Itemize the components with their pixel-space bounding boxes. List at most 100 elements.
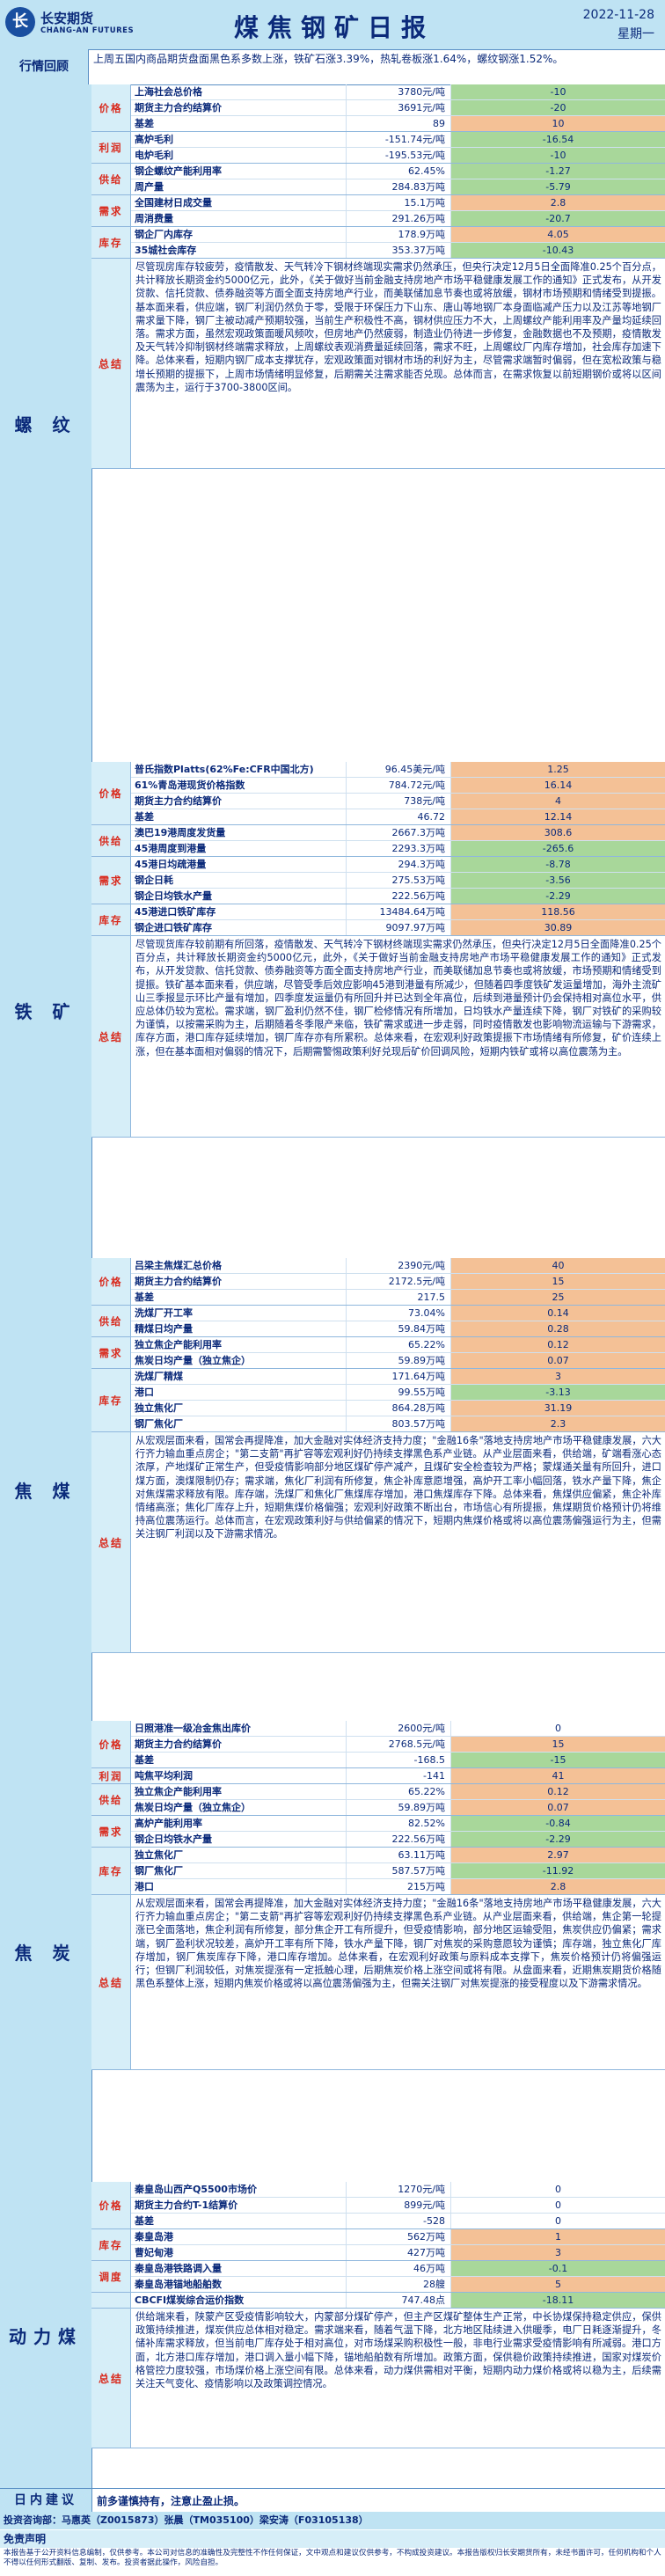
indicator-change: 0.07 (450, 1353, 665, 1368)
indicator-row: 期货主力合约结算价 2172.5元/吨 15 (131, 1274, 665, 1290)
logo-en-text: CHANG-AN FUTURES (40, 26, 135, 35)
indicator-row: 秦皇岛港铁路调入量 46万吨 -0.1 (131, 2261, 665, 2277)
indicator-value: -528 (346, 2214, 450, 2228)
indicator-change: 0 (450, 1721, 665, 1736)
indicator-change: 3 (450, 1369, 665, 1384)
section-2: 焦 煤价格 吕梁主焦煤汇总价格 2390元/吨 40 期货主力合约结算价 2172.5元/… (0, 1258, 665, 1721)
summary-label: 总结 (91, 1432, 131, 1652)
indicator-row: 秦皇岛港锚地船舶数 28艘 5 (131, 2277, 665, 2292)
indicator-row: 期货主力合约T-1结算价 899元/吨 0 (131, 2198, 665, 2214)
indicator-change: 3 (450, 2245, 665, 2260)
indicator-name: 周产量 (135, 181, 164, 193)
group-label: 需求 (91, 195, 131, 226)
indicator-group: 价格 吕梁主焦煤汇总价格 2390元/吨 40 期货主力合约结算价 2172.5元/吨 15… (91, 1258, 665, 1306)
indicator-value: 89 (346, 116, 450, 131)
indicator-group: 价格 日照港准一级冶金焦出库价 2600元/吨 0 期货主力合约结算价 2768.5元/吨… (91, 1721, 665, 1768)
section-0: 螺 纹价格 上海社会总价格 3780元/吨 -10 期货主力合约结算价 3691元/吨 -2… (0, 84, 665, 762)
indicator-name: 45港周度到港量 (135, 843, 207, 854)
indicator-change: 308.6 (450, 825, 665, 840)
indicator-value: -141 (346, 1768, 450, 1783)
indicator-change: 2.97 (450, 1848, 665, 1862)
section-3: 焦 炭价格 日照港准一级冶金焦出库价 2600元/吨 0 期货主力合约结算价 2768.5… (0, 1721, 665, 2182)
company-logo: 长 长安期货 CHANG-AN FUTURES (5, 5, 137, 44)
indicator-row: 期货主力合约结算价 3691元/吨 -20 (131, 100, 665, 116)
indicator-change: 40 (450, 1258, 665, 1273)
indicator-name: 钢企日耗 (135, 875, 173, 886)
indicator-value: 562万吨 (346, 2229, 450, 2244)
indicator-row: 钢厂焦化厂 803.57万吨 2.3 (131, 1416, 665, 1431)
indicator-change: 0.07 (450, 1800, 665, 1815)
indicator-row: 澳巴19港周度发货量 2667.3万吨 308.6 (131, 825, 665, 841)
indicator-row: 45港进口铁矿库存 13484.64万吨 118.56 (131, 904, 665, 920)
indicator-row: 焦炭日均产量（独立焦企） 59.89万吨 0.07 (131, 1353, 665, 1368)
disclaimer-text: 本报告基于公开资料信息编制，仅供参考。本公司对信息的准确性及完整性不作任何保证，… (4, 2549, 661, 2567)
indicator-change: -2.29 (450, 889, 665, 904)
indicator-row: 基差 -168.5 -15 (131, 1753, 665, 1767)
logo-mark-icon: 长 (5, 7, 35, 37)
indicator-change: -20.7 (450, 211, 665, 226)
indicator-name: 洗煤厂开工率 (135, 1307, 193, 1319)
indicator-change: 4 (450, 794, 665, 809)
indicator-row: 61%青岛港现货价格指数 784.72元/吨 16.14 (131, 778, 665, 794)
indicator-name: 焦炭日均产量（独立焦企） (135, 1355, 251, 1366)
indicator-row: 钢企螺纹产能利用率 62.45% -1.27 (131, 164, 665, 179)
indicator-value: 46万吨 (346, 2261, 450, 2276)
indicator-name: 钢企日均铁水产量 (135, 890, 212, 902)
indicator-value: 1270元/吨 (346, 2182, 450, 2197)
indicator-change: 0 (450, 2214, 665, 2228)
indicator-group: 库存 秦皇岛港 562万吨 1 曹妃甸港 427万吨 3 (91, 2229, 665, 2261)
section-summary: 总结 从宏观层面来看，国常会再提降准，加大金融对实体经济支持力度；"金融16条"落… (91, 1895, 665, 2070)
indicator-name: 独立焦企产能利用率 (135, 1786, 222, 1797)
indicator-row: 钢厂焦化厂 587.57万吨 -11.92 (131, 1863, 665, 1879)
group-label: 库存 (91, 227, 131, 258)
indicator-value: 9097.97万吨 (346, 920, 450, 935)
intraday-advice-text: 前多谨慎持有，注意止盈止损。 (97, 2495, 245, 2507)
group-label: 需求 (91, 1816, 131, 1847)
indicator-change: 2.8 (450, 195, 665, 210)
indicator-row: 洗煤厂开工率 73.04% 0.14 (131, 1306, 665, 1321)
indicator-name: 期货主力合约结算价 (135, 1276, 222, 1287)
indicator-row: 基差 -528 0 (131, 2214, 665, 2228)
indicator-change: -18.11 (450, 2293, 665, 2308)
indicator-row: 钢企日耗 275.53万吨 -3.56 (131, 873, 665, 889)
section-data: 价格 吕梁主焦煤汇总价格 2390元/吨 40 期货主力合约结算价 2172.5元/吨 15… (91, 1258, 665, 1653)
indicator-name: 独立焦化厂 (135, 1402, 183, 1414)
indicator-change: -0.84 (450, 1816, 665, 1831)
indicator-value: 275.53万吨 (346, 873, 450, 888)
group-label: 需求 (91, 857, 131, 904)
indicator-name: 普氏指数Platts(62%Fe:CFR中国北方) (135, 764, 314, 775)
indicator-row: 吕梁主焦煤汇总价格 2390元/吨 40 (131, 1258, 665, 1274)
report-date: 2022-11-28 星期一 (583, 5, 654, 44)
indicator-group: 库存 钢企厂内库存 178.9万吨 4.05 35城社会库存 353.37万吨 -10.43 (91, 227, 665, 259)
indicator-name: 钢企日均铁水产量 (135, 1833, 212, 1845)
indicator-value: 28艘 (346, 2277, 450, 2292)
group-label: 利润 (91, 132, 131, 163)
indicator-name: 港口 (135, 1881, 154, 1892)
indicator-value: 784.72元/吨 (346, 778, 450, 793)
indicator-value: 13484.64万吨 (346, 904, 450, 919)
indicator-name: 独立焦化厂 (135, 1849, 183, 1861)
indicator-row: 高炉产能利用率 82.52% -0.84 (131, 1816, 665, 1832)
indicator-name: 高炉毛利 (135, 134, 173, 145)
group-label: 价格 (91, 1721, 131, 1767)
indicator-row: 独立焦企产能利用率 65.22% 0.12 (131, 1784, 665, 1800)
group-label: 需求 (91, 1337, 131, 1368)
indicator-change: 30.89 (450, 920, 665, 935)
indicator-value: 2667.3万吨 (346, 825, 450, 840)
group-label (91, 2293, 131, 2308)
indicator-change: 0.12 (450, 1784, 665, 1799)
indicator-group: 库存 洗煤厂精煤 171.64万吨 3 港口 99.55万吨 -3.13 独立焦化厂 864.2… (91, 1369, 665, 1432)
indicator-name: 吨焦平均利润 (135, 1770, 193, 1782)
summary-text: 尽管现房库存较疲劳，疫情散发、天气转冷下钢材终端现实需求仍然承压，但央行决定12… (135, 261, 661, 393)
group-label: 供给 (91, 825, 131, 856)
indicator-change: 1.25 (450, 762, 665, 777)
indicator-row: 港口 99.55万吨 -3.13 (131, 1385, 665, 1401)
indicator-row: 钢企进口铁矿库存 9097.97万吨 30.89 (131, 920, 665, 935)
indicator-row: 独立焦化厂 864.28万吨 31.19 (131, 1401, 665, 1416)
indicator-group: 库存 独立焦化厂 63.11万吨 2.97 钢厂焦化厂 587.57万吨 -11.92 港口 2… (91, 1848, 665, 1895)
summary-label: 总结 (91, 259, 131, 468)
summary-text: 供给端来看，陕蒙产区受疫情影响较大，内蒙部分煤矿停产，但主产区煤矿整体生产正常，… (135, 2311, 661, 2390)
indicator-group: 需求 独立焦企产能利用率 65.22% 0.12 焦炭日均产量（独立焦企） 59.89万吨… (91, 1337, 665, 1369)
indicator-value: 96.45美元/吨 (346, 762, 450, 777)
market-review-label: 行情回顾 (0, 49, 89, 84)
